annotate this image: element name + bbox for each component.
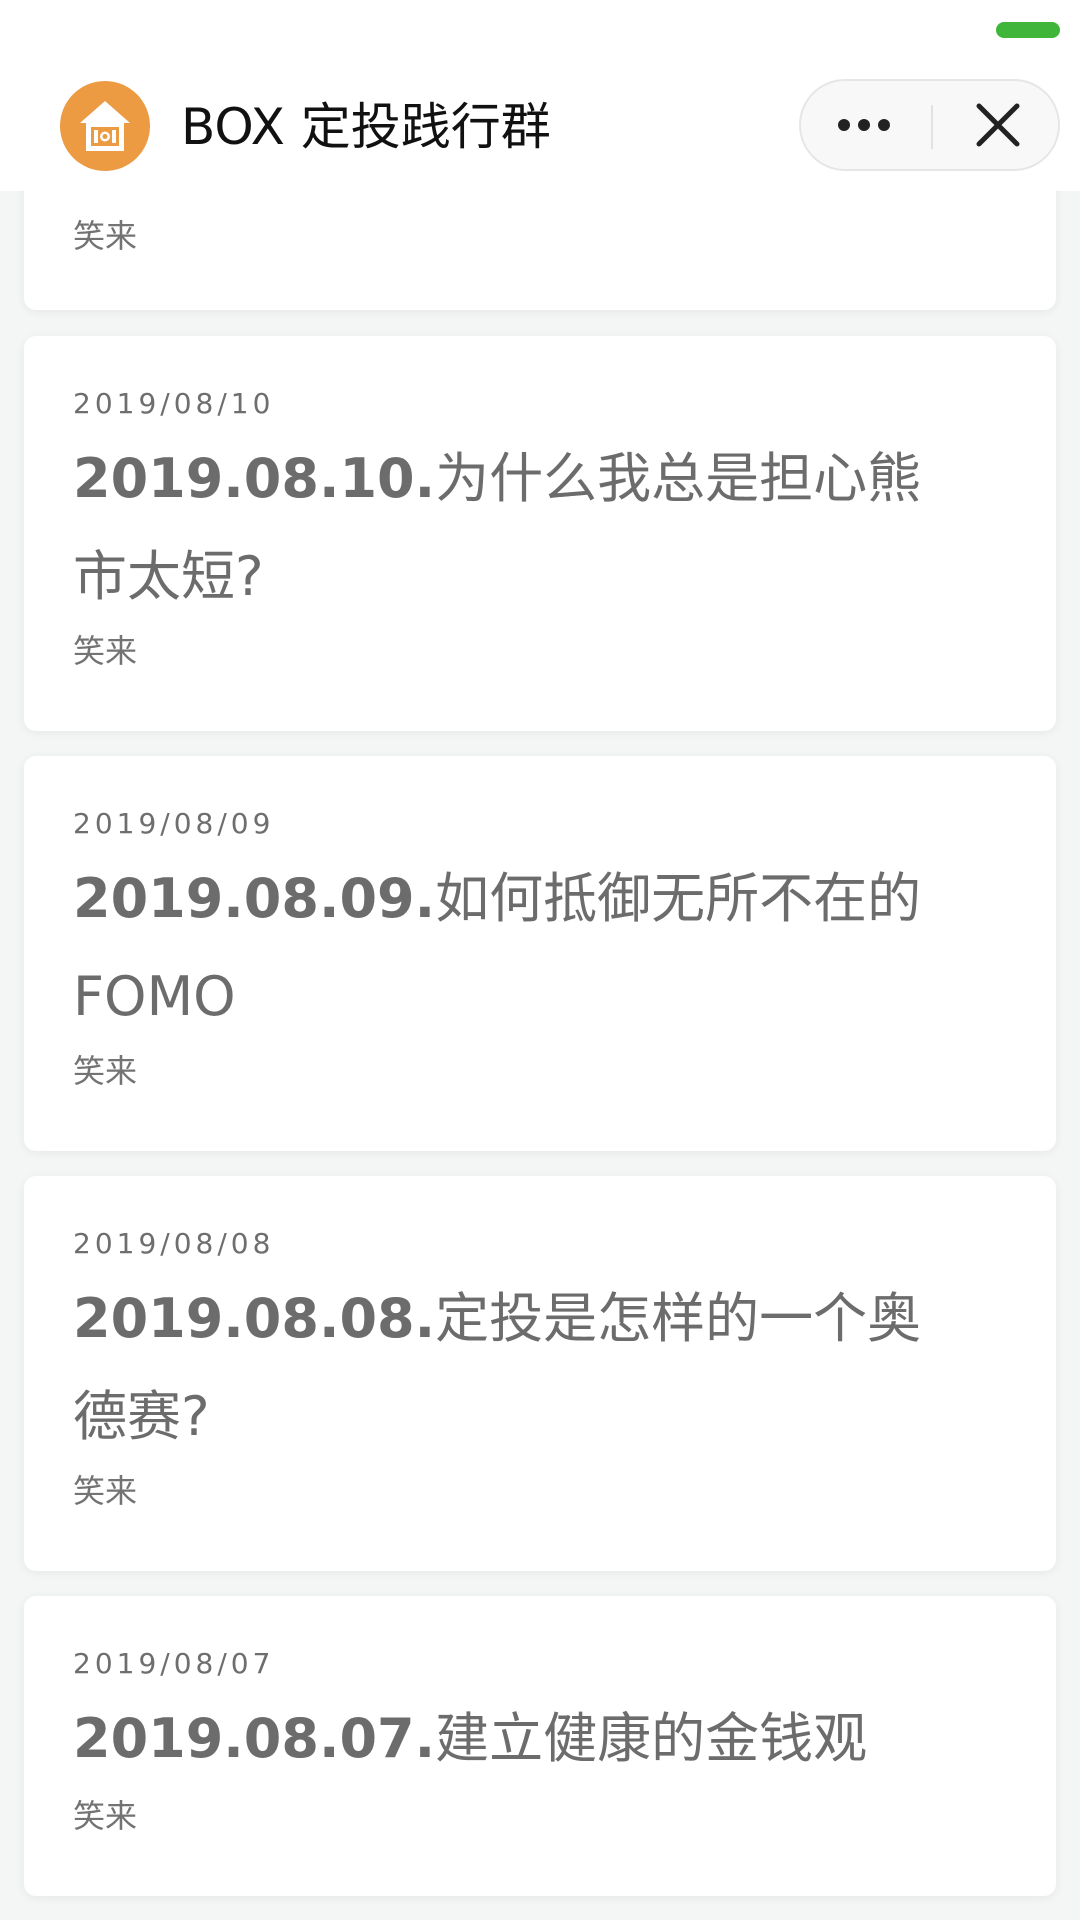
card-author: 笑来 (73, 632, 138, 670)
card-title-number: 2019.08.07. (73, 1707, 436, 1770)
card-author: 笑来 (73, 217, 138, 255)
card-author: 笑来 (73, 1052, 138, 1090)
more-button[interactable] (801, 81, 931, 169)
card-author: 笑来 (73, 1797, 138, 1835)
card-title-text: 建立健康的金钱观 (435, 1707, 868, 1770)
card-title-number: 2019.08.08. (73, 1287, 436, 1350)
close-icon (976, 103, 1020, 147)
card-title: 2019.08.10.为什么我总是担心熊市太短? (73, 430, 973, 626)
article-card[interactable]: 2019/08/10 2019.08.10.为什么我总是担心熊市太短? 笑来 (24, 336, 1056, 731)
article-card[interactable]: 2019/08/07 2019.08.07.建立健康的金钱观 笑来 (24, 1596, 1056, 1896)
more-dots-icon (838, 119, 890, 131)
card-title: 2019.08.09.如何抵御无所不在的FOMO (73, 850, 973, 1046)
status-indicator (996, 22, 1060, 38)
card-date: 2019/08/09 (73, 807, 275, 840)
card-title-number: 2019.08.09. (73, 867, 436, 930)
card-title: 2019.08.08.定投是怎样的一个奥德赛? (73, 1270, 973, 1466)
article-card[interactable]: 2019/08/08 2019.08.08.定投是怎样的一个奥德赛? 笑来 (24, 1176, 1056, 1571)
mini-program-header: BOX 定投践行群 (0, 0, 1080, 191)
close-button[interactable] (933, 81, 1059, 169)
capsule-menu (799, 79, 1060, 171)
card-date: 2019/08/10 (73, 387, 275, 420)
article-card[interactable]: 2019/08/09 2019.08.09.如何抵御无所不在的FOMO 笑来 (24, 756, 1056, 1151)
app-title: BOX 定投践行群 (181, 98, 551, 156)
card-date: 2019/08/08 (73, 1227, 275, 1260)
card-title-number: 2019.08.10. (73, 447, 436, 510)
card-title: 2019.08.07.建立健康的金钱观 (73, 1690, 973, 1788)
home-dollar-icon (60, 81, 150, 171)
card-author: 笑来 (73, 1472, 138, 1510)
card-date: 2019/08/07 (73, 1647, 275, 1680)
